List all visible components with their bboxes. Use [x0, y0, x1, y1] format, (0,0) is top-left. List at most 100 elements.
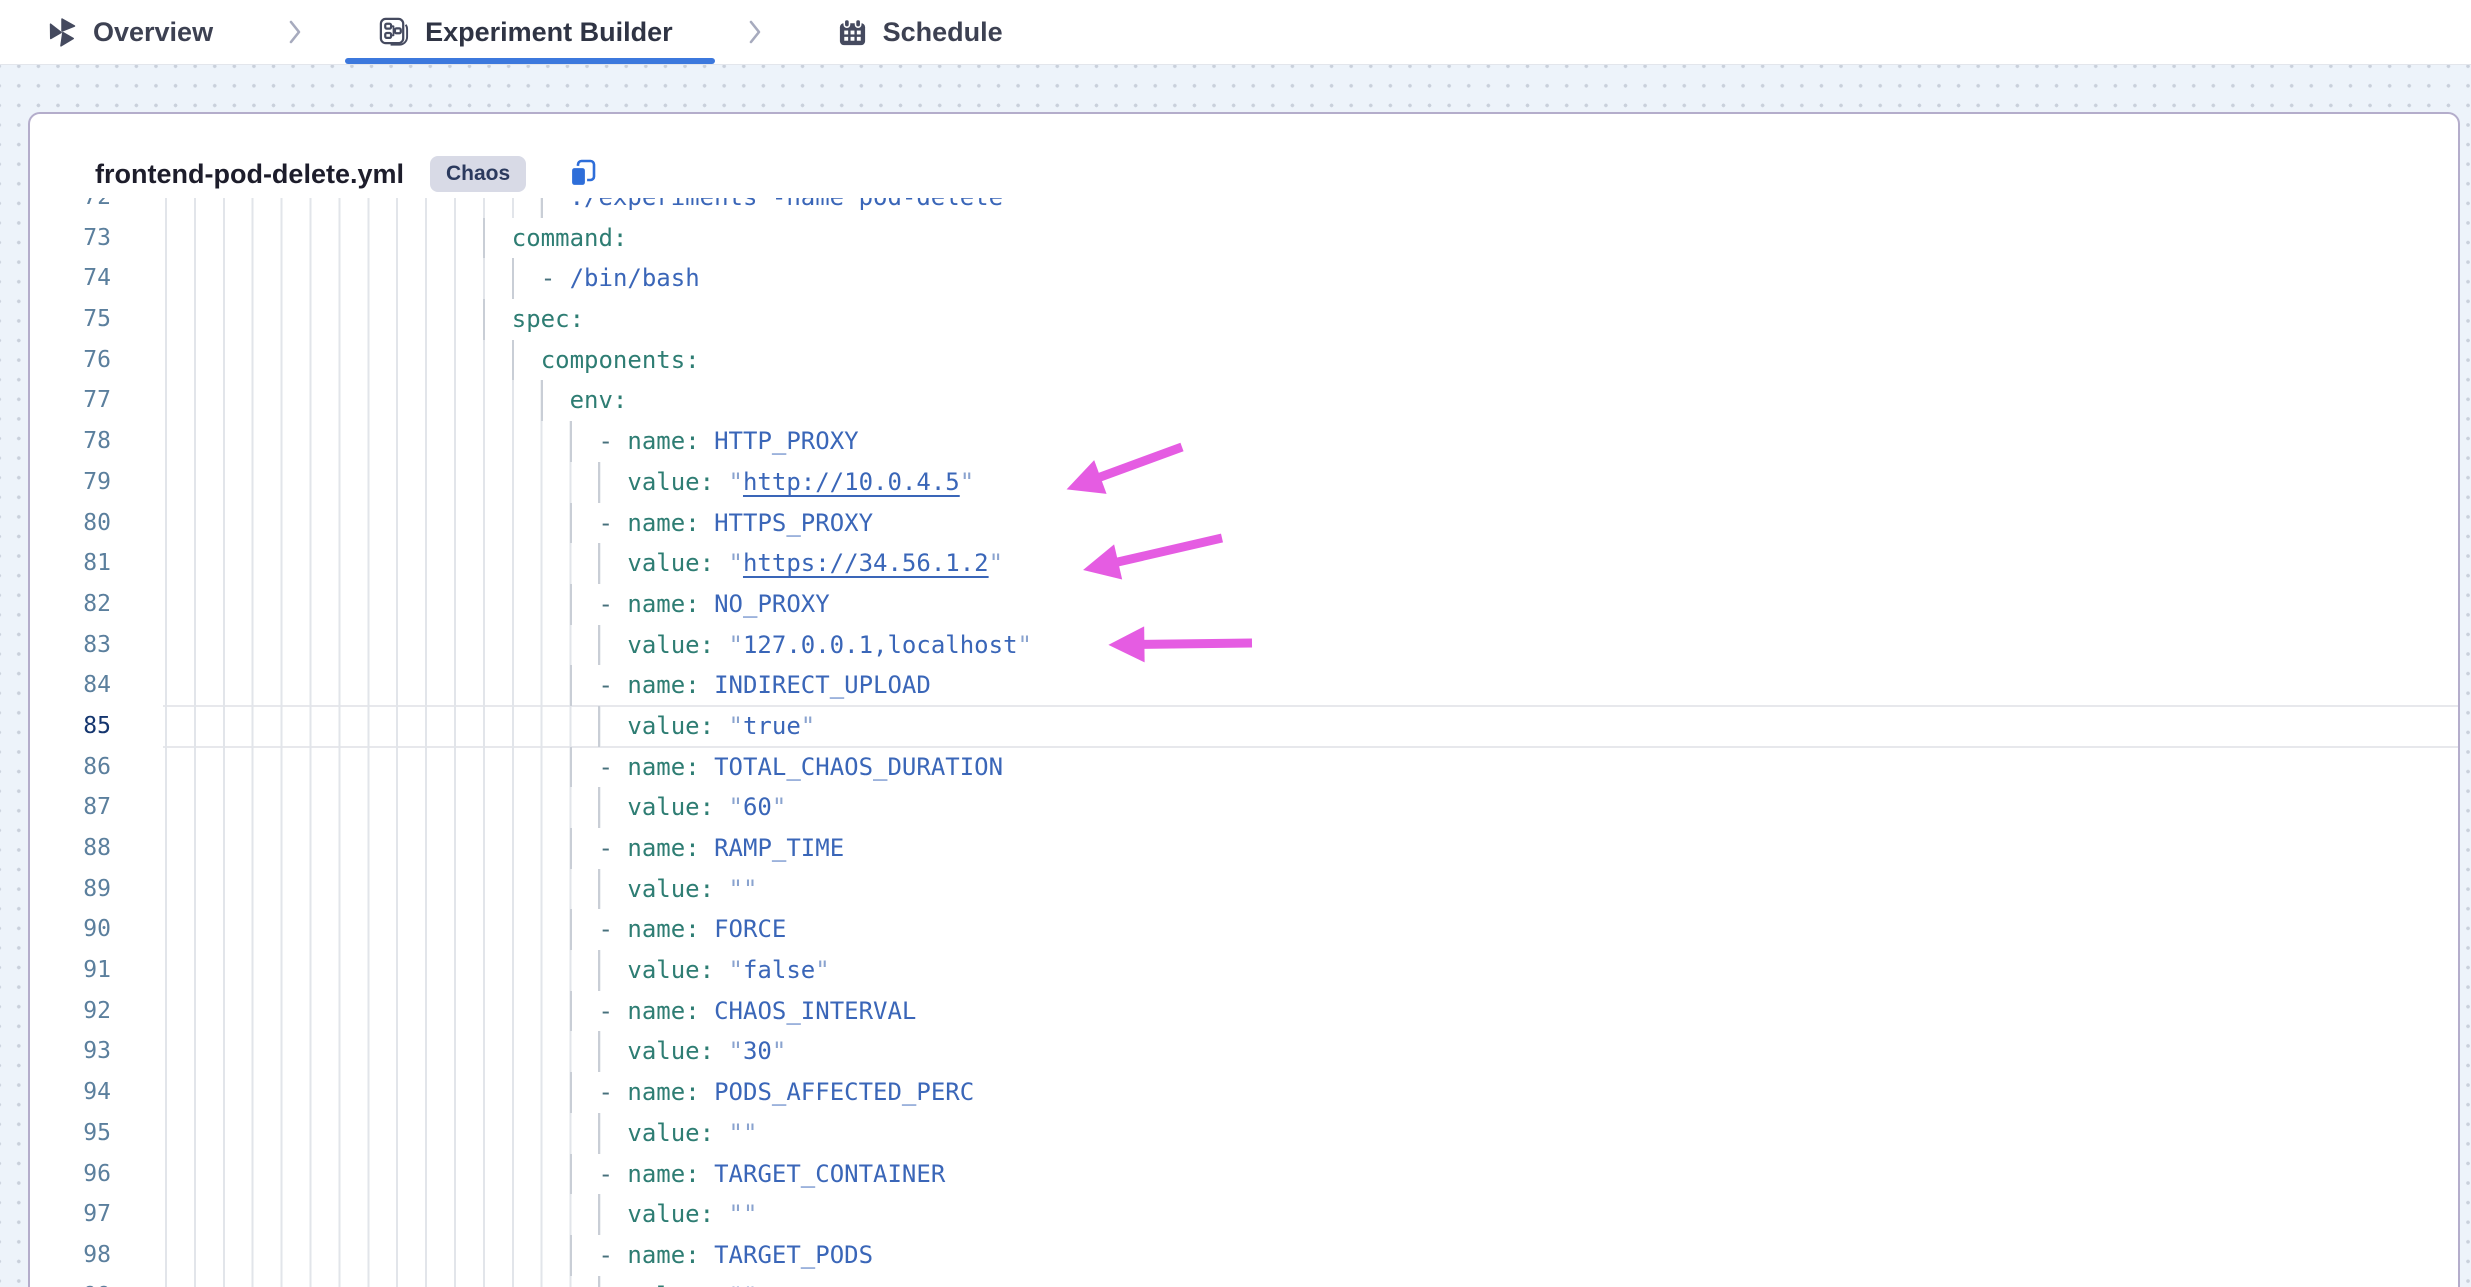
yaml-text: - name: HTTPS_PROXY	[165, 509, 873, 537]
yaml-token: "	[743, 1119, 757, 1147]
copy-button[interactable]	[566, 157, 600, 191]
line-number: 89	[30, 869, 111, 910]
line-content: - name: RAMP_TIME	[165, 828, 2458, 869]
yaml-token: -	[598, 1241, 627, 1269]
yaml-token: -	[598, 753, 627, 781]
code-line-78[interactable]: 78 - name: HTTP_PROXY	[30, 421, 2458, 462]
yaml-token: value:	[627, 1282, 728, 1287]
yaml-token: -	[598, 590, 627, 618]
yaml-token: "	[1018, 631, 1032, 659]
code-line-76[interactable]: 76 components:	[30, 340, 2458, 381]
yaml-text: value: "60"	[165, 793, 786, 821]
code-line-89[interactable]: 89 value: ""	[30, 869, 2458, 910]
code-line-72[interactable]: 72 ./experiments -name pod-delete	[30, 198, 2458, 218]
yaml-token: value:	[627, 468, 728, 496]
code-line-93[interactable]: 93 value: "30"	[30, 1031, 2458, 1072]
yaml-token: "	[743, 875, 757, 903]
code-line-75[interactable]: 75 spec:	[30, 299, 2458, 340]
proxy-url-link[interactable]: https://34.56.1.2	[743, 549, 989, 577]
code-line-74[interactable]: 74 - /bin/bash	[30, 258, 2458, 299]
yaml-token: value:	[627, 712, 728, 740]
yaml-token: "	[729, 468, 743, 496]
yaml-text: value: "false"	[165, 956, 830, 984]
line-content: value: ""	[165, 1113, 2458, 1154]
code-line-82[interactable]: 82 - name: NO_PROXY	[30, 584, 2458, 625]
line-content: ./experiments -name pod-delete	[165, 198, 2458, 218]
line-content: - name: PODS_AFFECTED_PERC	[165, 1072, 2458, 1113]
line-content: - name: CHAOS_INTERVAL	[165, 991, 2458, 1032]
code-line-85[interactable]: 85 value: "true"	[30, 706, 2458, 747]
code-line-87[interactable]: 87 value: "60"	[30, 787, 2458, 828]
yaml-token: /bin/bash	[570, 264, 700, 292]
yaml-text: - name: HTTP_PROXY	[165, 427, 859, 455]
yaml-text: - name: RAMP_TIME	[165, 834, 844, 862]
yaml-token: name:	[627, 590, 714, 618]
line-number: 90	[30, 909, 111, 950]
yaml-token: name:	[627, 1078, 714, 1106]
line-content: components:	[165, 340, 2458, 381]
yaml-token: TOTAL_CHAOS_DURATION	[714, 753, 1003, 781]
code-line-77[interactable]: 77 env:	[30, 380, 2458, 421]
line-content: value: "https://34.56.1.2"	[165, 543, 2458, 584]
yaml-token: value:	[627, 1119, 728, 1147]
experiment-builder-page: Overview Experiment Builder Schedule	[0, 0, 2471, 1287]
chaos-badge: Chaos	[430, 156, 526, 192]
code-line-91[interactable]: 91 value: "false"	[30, 950, 2458, 991]
yaml-text: value: ""	[165, 875, 757, 903]
code-line-96[interactable]: 96 - name: TARGET_CONTAINER	[30, 1154, 2458, 1195]
yaml-token: components:	[541, 346, 700, 374]
code-line-73[interactable]: 73 command:	[30, 218, 2458, 259]
yaml-card: frontend-pod-delete.yml Chaos 72 ./exper…	[28, 112, 2460, 1287]
code-line-83[interactable]: 83 value: "127.0.0.1,localhost"	[30, 625, 2458, 666]
yaml-token: name:	[627, 509, 714, 537]
code-line-97[interactable]: 97 value: ""	[30, 1194, 2458, 1235]
yaml-token: value:	[627, 1037, 728, 1065]
yaml-text: value: "https://34.56.1.2"	[165, 549, 1003, 577]
line-number: 85	[30, 706, 111, 747]
code-line-88[interactable]: 88 - name: RAMP_TIME	[30, 828, 2458, 869]
code-line-99[interactable]: 99 value: ""	[30, 1276, 2458, 1287]
line-number: 75	[30, 299, 111, 340]
yaml-token: -	[598, 427, 627, 455]
code-line-90[interactable]: 90 - name: FORCE	[30, 909, 2458, 950]
code-line-81[interactable]: 81 value: "https://34.56.1.2"	[30, 543, 2458, 584]
line-number: 88	[30, 828, 111, 869]
line-number: 80	[30, 503, 111, 544]
yaml-token: FORCE	[714, 915, 786, 943]
code-line-86[interactable]: 86 - name: TOTAL_CHAOS_DURATION	[30, 747, 2458, 788]
yaml-token: "	[743, 1282, 757, 1287]
line-content: spec:	[165, 299, 2458, 340]
code-line-84[interactable]: 84 - name: INDIRECT_UPLOAD	[30, 665, 2458, 706]
yaml-editor[interactable]: 72 ./experiments -name pod-delete73 comm…	[30, 198, 2458, 1287]
yaml-text: value: "true"	[165, 712, 815, 740]
yaml-token: name:	[627, 834, 714, 862]
yaml-token: -	[598, 834, 627, 862]
tab-schedule[interactable]: Schedule	[837, 17, 1003, 48]
tab-label: Experiment Builder	[425, 17, 673, 48]
calendar-icon	[837, 17, 868, 48]
proxy-url-link[interactable]: http://10.0.4.5	[743, 468, 960, 496]
line-number: 79	[30, 462, 111, 503]
code-line-95[interactable]: 95 value: ""	[30, 1113, 2458, 1154]
file-name: frontend-pod-delete.yml	[95, 157, 404, 191]
yaml-text: env:	[165, 386, 627, 414]
line-number: 87	[30, 787, 111, 828]
line-content: value: "127.0.0.1,localhost"	[165, 625, 2458, 666]
tab-experiment-builder[interactable]: Experiment Builder	[377, 16, 673, 49]
yaml-token: value:	[627, 793, 728, 821]
yaml-text: value: ""	[165, 1200, 757, 1228]
code-line-94[interactable]: 94 - name: PODS_AFFECTED_PERC	[30, 1072, 2458, 1113]
chevron-right-icon	[288, 19, 302, 45]
yaml-token: INDIRECT_UPLOAD	[714, 671, 931, 699]
yaml-text: - name: TOTAL_CHAOS_DURATION	[165, 753, 1003, 781]
line-number: 81	[30, 543, 111, 584]
breadcrumb: Overview Experiment Builder Schedule	[46, 0, 1078, 64]
code-line-92[interactable]: 92 - name: CHAOS_INTERVAL	[30, 991, 2458, 1032]
code-line-98[interactable]: 98 - name: TARGET_PODS	[30, 1235, 2458, 1276]
tab-overview[interactable]: Overview	[46, 16, 213, 48]
line-number: 72	[30, 198, 111, 218]
code-line-80[interactable]: 80 - name: HTTPS_PROXY	[30, 503, 2458, 544]
code-line-79[interactable]: 79 value: "http://10.0.4.5"	[30, 462, 2458, 503]
yaml-token: ./experiments -name pod-delete	[570, 198, 1003, 211]
line-number: 86	[30, 747, 111, 788]
